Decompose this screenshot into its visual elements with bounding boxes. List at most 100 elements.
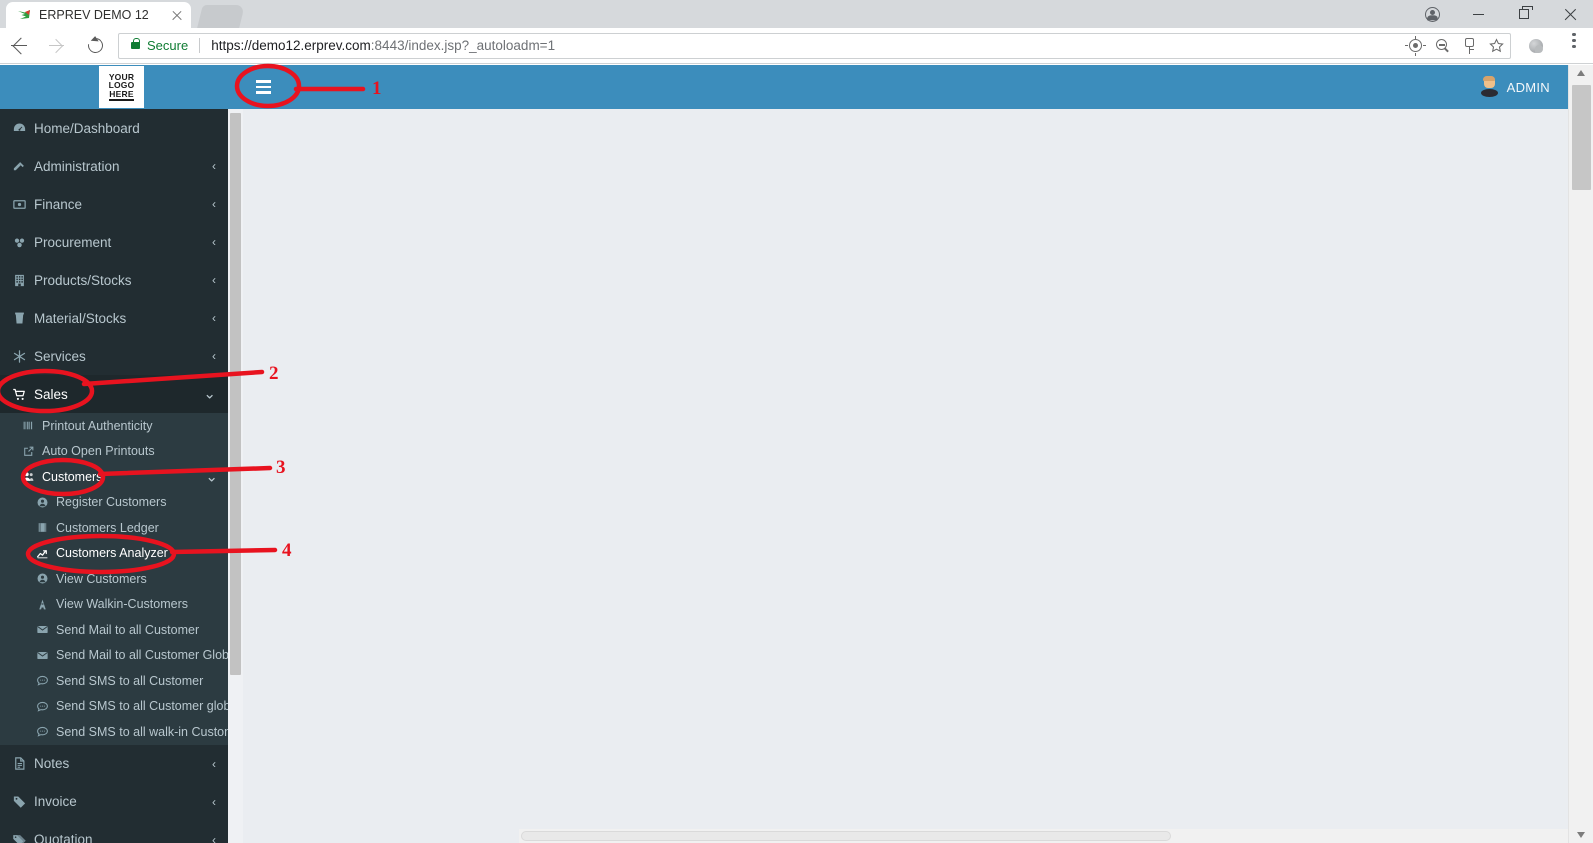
sidebar-item-finance[interactable]: Finance ‹ — [0, 185, 228, 223]
services-icon — [12, 349, 34, 364]
user-menu[interactable]: ADMIN — [1480, 65, 1550, 109]
sidebar-item-customers-ledger[interactable]: Customers Ledger — [0, 515, 228, 541]
user-circle-icon — [36, 572, 56, 585]
sidebar-item-label: Send Mail to all Customer — [56, 622, 200, 637]
bookmark-star-icon[interactable] — [1483, 33, 1510, 59]
address-bar[interactable]: Secure https://demo12.erprev.com:8443/in… — [118, 32, 1511, 59]
sidebar-item-material-stocks[interactable]: Material/Stocks ‹ — [0, 299, 228, 337]
sidebar-item-invoice[interactable]: Invoice ‹ — [0, 783, 228, 821]
zoom-out-icon[interactable] — [1429, 33, 1456, 59]
browser-window: ERPREV DEMO 12 Secure https://demo12.erp… — [0, 0, 1593, 843]
envelope-icon — [36, 649, 56, 662]
maximize-icon[interactable] — [1501, 0, 1547, 28]
sidebar-item-services[interactable]: Services ‹ — [0, 337, 228, 375]
sidebar-item-products-stocks[interactable]: Products/Stocks ‹ — [0, 261, 228, 299]
omnibox-icons — [1402, 33, 1510, 59]
tags-icon — [12, 832, 34, 843]
sidebar-item-quotation[interactable]: Quotation ‹ — [0, 821, 228, 843]
browser-toolbar: Secure https://demo12.erprev.com:8443/in… — [0, 28, 1593, 64]
bird-green-icon — [16, 7, 32, 23]
walkin-icon — [36, 598, 56, 611]
sidebar-item-send-sms-to-all-customer-globally[interactable]: Send SMS to all Customer globally — [0, 693, 228, 719]
location-target-icon[interactable] — [1402, 33, 1429, 59]
sidebar-item-customers[interactable]: Customers ⌄ — [0, 464, 228, 490]
sidebar-item-procurement[interactable]: Procurement ‹ — [0, 223, 228, 261]
sidebar-item-send-mail-to-all-customer-globally[interactable]: Send Mail to all Customer Globally — [0, 642, 228, 668]
sidebar-item-home-dashboard[interactable]: Home/Dashboard — [0, 109, 228, 147]
sidebar-item-send-sms-to-all-customer[interactable]: Send SMS to all Customer — [0, 668, 228, 694]
tab-strip: ERPREV DEMO 12 — [0, 0, 1593, 28]
sidebar-item-label: Invoice — [34, 794, 77, 809]
sales-cart-icon — [12, 387, 34, 402]
customers-icon — [22, 470, 42, 483]
page-scrollbar-vertical[interactable] — [1568, 65, 1593, 843]
chevron-left-icon: ‹ — [212, 311, 216, 325]
sidebar-item-administration[interactable]: Administration ‹ — [0, 147, 228, 185]
sidebar-item-label: Quotation — [34, 832, 93, 843]
profile-icon[interactable] — [1409, 0, 1455, 28]
forward-arrow-icon[interactable] — [38, 28, 76, 64]
user-avatar-icon — [1480, 75, 1498, 98]
scroll-down-arrow-icon[interactable] — [1569, 825, 1593, 843]
sidebar-item-label: Send Mail to all Customer Globally — [56, 648, 228, 663]
sidebar-item-customers-analyzer[interactable]: Customers Analyzer — [0, 540, 228, 566]
envelope-icon — [36, 623, 56, 636]
chevron-left-icon: ‹ — [212, 349, 216, 363]
password-key-icon[interactable] — [1456, 33, 1483, 59]
lock-icon — [131, 38, 141, 49]
app-logo[interactable]: YOUR LOGO HERE — [99, 66, 144, 108]
sidebar-item-label: Home/Dashboard — [34, 120, 140, 136]
sidebar-item-label: View Walkin-Customers — [56, 597, 188, 612]
url-host: demo12.erprev.com — [251, 38, 371, 53]
browser-tab[interactable]: ERPREV DEMO 12 — [6, 2, 191, 28]
hamburger-menu-icon[interactable] — [250, 75, 276, 99]
sidebar-navigation: Home/Dashboard Administration ‹ Finance ‹ Pro… — [0, 109, 228, 843]
external-link-icon — [22, 445, 42, 458]
page-scrollbar-horizontal[interactable] — [519, 829, 1568, 843]
sms-bubble-icon — [36, 674, 56, 687]
sidebar-item-view-customers[interactable]: View Customers — [0, 566, 228, 592]
sidebar-item-send-sms-to-all-walk-in-customer[interactable]: Send SMS to all walk-in Customer — [0, 719, 228, 745]
extension-icon[interactable] — [1517, 28, 1555, 64]
close-icon[interactable] — [1547, 0, 1593, 28]
scroll-up-arrow-icon[interactable] — [1569, 65, 1593, 83]
sidebar-item-auto-open-printouts[interactable]: Auto Open Printouts — [0, 438, 228, 464]
book-icon — [36, 521, 56, 534]
page-hscrollbar-thumb[interactable] — [521, 831, 1171, 841]
sidebar-item-send-mail-to-all-customer[interactable]: Send Mail to all Customer — [0, 617, 228, 643]
sidebar-item-label: Finance — [34, 196, 83, 212]
close-icon[interactable] — [169, 7, 185, 23]
sidebar-item-register-customers[interactable]: Register Customers — [0, 489, 228, 515]
minimize-icon[interactable] — [1455, 0, 1501, 28]
app-header: YOUR LOGO HERE ADMIN — [0, 65, 1568, 109]
sidebar-item-label: Services — [34, 348, 86, 364]
sidebar-item-label: Send SMS to all Customer — [56, 673, 204, 688]
sms-bubble-icon — [36, 700, 56, 713]
sidebar-item-label: Notes — [34, 756, 70, 771]
chevron-left-icon: ‹ — [212, 832, 216, 843]
sidebar-item-sales[interactable]: Sales ⌄ — [0, 375, 228, 413]
sidebar-scrollbar-thumb[interactable] — [230, 113, 241, 675]
logo-line-3: HERE — [109, 90, 134, 102]
chevron-down-icon: ⌄ — [205, 468, 218, 486]
chevron-left-icon: ‹ — [212, 197, 216, 211]
back-arrow-icon[interactable] — [0, 28, 38, 64]
url-text: https://demo12.erprev.com:8443/index.jsp… — [211, 38, 555, 53]
sidebar-item-label: Procurement — [34, 234, 112, 250]
material-stocks-icon — [12, 311, 34, 326]
reload-icon[interactable] — [76, 28, 114, 64]
barcode-icon — [22, 419, 42, 432]
sidebar-item-view-walkin-customers[interactable]: View Walkin-Customers — [0, 591, 228, 617]
sidebar-item-label: Customers — [42, 469, 103, 484]
sidebar-item-notes[interactable]: Notes ‹ — [0, 745, 228, 783]
chevron-left-icon: ‹ — [212, 273, 216, 287]
new-tab-button[interactable] — [197, 5, 245, 28]
sidebar-item-printout-authenticity[interactable]: Printout Authenticity — [0, 413, 228, 439]
chart-line-icon — [36, 547, 56, 560]
sidebar-item-label: Send SMS to all Customer globally — [56, 699, 228, 714]
procurement-icon — [12, 235, 34, 250]
kebab-menu-icon[interactable] — [1555, 28, 1593, 64]
sidebar-item-label: Administration — [34, 158, 120, 174]
page-scrollbar-thumb[interactable] — [1572, 85, 1591, 190]
sidebar-item-label: Customers Ledger — [56, 520, 159, 535]
